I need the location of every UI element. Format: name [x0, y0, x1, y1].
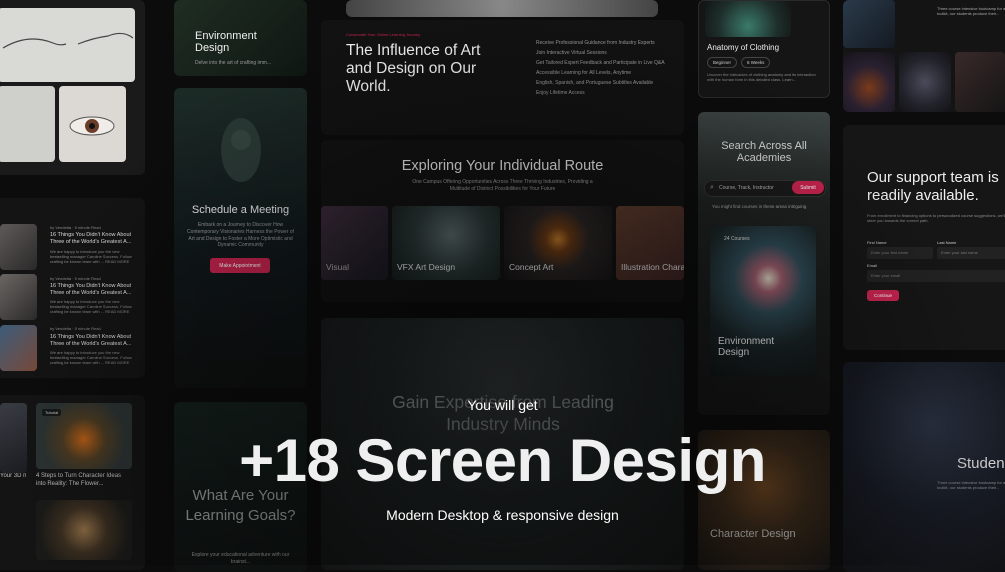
clothing-title: Anatomy of Clothing	[707, 43, 780, 52]
environment-desc: Delve into the art of crafting imm...	[195, 60, 272, 66]
environment-course-card[interactable]: 24 Courses Environment Design	[710, 226, 816, 376]
first-name-label: First Name	[867, 240, 887, 245]
article-meta: by Vendetta · 5 minute Read	[50, 276, 101, 281]
support-card: Our support team is readily available. F…	[843, 125, 1005, 350]
route-title: Exploring Your Individual Route	[401, 158, 604, 174]
tag-duration: 6 Weeks	[741, 57, 771, 68]
tile-label: Illustration Chara	[621, 262, 684, 272]
tile-label: Concept Art	[509, 262, 554, 272]
bullet-item: Accessible Learning for All Levels, Anyt…	[536, 69, 632, 76]
figure-sketch-image	[0, 86, 55, 162]
gallery-image	[843, 52, 895, 112]
sketch-card	[0, 0, 145, 175]
tag-beginner: Beginner	[707, 57, 738, 68]
route-desc: One Campus Offering Opportunities Across…	[412, 179, 593, 192]
first-name-placeholder: Enter your first name	[871, 250, 909, 255]
support-desc: From enrollment to financing options to …	[867, 213, 1005, 224]
search-card: Search Across All Academies ⌕ Course, Tr…	[698, 112, 830, 415]
search-hint: You might find courses in these areas in…	[712, 204, 807, 209]
article-meta: by Vendetta · 5 minute Read	[50, 225, 101, 230]
bullet-item: Join Interactive Virtual Sessions	[536, 49, 607, 56]
continue-button[interactable]: Continue	[867, 290, 899, 301]
bullet-item: Receive Professional Guidance from Indus…	[536, 40, 655, 46]
bullet-item: Get Tailored Expert Feedback and Partici…	[536, 59, 665, 66]
meeting-title: Schedule a Meeting	[191, 204, 290, 216]
gallery-image	[899, 52, 951, 112]
gallery-text: Three course intensive bootcamp for a to…	[937, 6, 1005, 17]
environment-title: Environment Design	[195, 30, 257, 55]
gallery-image	[955, 52, 1005, 112]
tile-label: VFX Art Design	[397, 262, 456, 272]
hero-kicker: You will get	[467, 397, 538, 413]
route-tile-visual[interactable]: Visual	[321, 206, 388, 280]
article-desc: We are happy to introduce you the new be…	[50, 299, 132, 315]
article-thumbnail	[0, 325, 37, 371]
search-icon: ⌕	[710, 184, 714, 191]
article-meta: by Vendetta · 5 minute Read	[50, 326, 101, 331]
make-appointment-button[interactable]: Make Appointment	[210, 258, 270, 273]
articles-card: by Vendetta · 5 minute Read 16 Things Yo…	[0, 198, 145, 378]
influence-bullets: Receive Professional Guidance from Indus…	[536, 40, 676, 96]
environment-card[interactable]: Environment Design Delve into the art of…	[174, 0, 307, 76]
article-title[interactable]: 16 Things You Didn't Know About Three of…	[50, 334, 138, 348]
search-title: Search Across All Academies	[721, 140, 807, 165]
route-tile-concept[interactable]: Concept Art	[504, 206, 612, 280]
gallery-card: Three course intensive bootcamp for a to…	[843, 0, 1005, 112]
tile-label: Visual	[326, 262, 349, 272]
email-placeholder: Enter your email	[871, 273, 901, 278]
support-title: Our support team is readily available.	[867, 169, 999, 204]
article-thumbnail	[0, 224, 37, 270]
influence-section: Consecrate Your Online Learning Journey …	[321, 20, 684, 135]
route-tile-vfx[interactable]: VFX Art Design	[392, 206, 500, 280]
top-laptop-strip	[346, 0, 658, 17]
influence-kicker: Consecrate Your Online Learning Journey	[346, 32, 421, 37]
article-desc: We are happy to introduce you the new be…	[50, 350, 132, 366]
first-name-input[interactable]: Enter your first name	[867, 247, 933, 259]
bullet-item: English, Spanish, and Portuguese Subtitl…	[536, 79, 654, 86]
eye-sketch-image	[59, 86, 126, 162]
influence-title: The Influence of Art and Design on Our W…	[346, 42, 481, 96]
search-submit-button[interactable]: Submit	[792, 181, 824, 194]
clothing-image	[705, 1, 791, 37]
route-tile-illustration[interactable]: Illustration Chara	[616, 206, 684, 280]
hero-subline: Modern Desktop & responsive design	[386, 507, 619, 523]
last-name-input[interactable]: Enter your last name	[937, 247, 1005, 259]
last-name-label: Last Name	[937, 240, 957, 245]
email-label: Email	[867, 263, 878, 268]
clothing-desc: Uncover the intricacies of clothing anat…	[707, 72, 816, 83]
hands-sketch-image	[0, 8, 135, 82]
gallery-image	[843, 0, 895, 48]
article-title[interactable]: 16 Things You Didn't Know About Three of…	[50, 283, 138, 297]
search-placeholder: Course, Track, Instructor	[719, 185, 774, 191]
course-count-badge: 24 Courses	[724, 236, 750, 242]
course-title: Environment Design	[718, 336, 775, 358]
article-desc: We are happy to introduce you the new be…	[50, 249, 132, 265]
meeting-card: Schedule a Meeting Embark on a Journey t…	[174, 88, 307, 388]
route-section: Exploring Your Individual Route One Camp…	[321, 140, 684, 302]
hero-headline: +18 Screen Design	[239, 427, 766, 494]
bullet-item: Enjoy Lifetime Access	[536, 89, 585, 96]
last-name-placeholder: Enter your last name	[941, 250, 978, 255]
creature-illustration	[221, 118, 261, 182]
meeting-desc: Embark on a Journey to Discover How Cont…	[187, 222, 294, 249]
email-input[interactable]: Enter your email	[867, 270, 1005, 282]
clothing-card[interactable]: Anatomy of Clothing Beginner 6 Weeks Unc…	[698, 0, 830, 98]
article-thumbnail	[0, 274, 37, 320]
character-title: Character Design	[710, 528, 796, 540]
goals-desc: Explore your educational adventure with …	[191, 552, 290, 565]
article-title[interactable]: 16 Things You Didn't Know About Three of…	[50, 232, 138, 246]
